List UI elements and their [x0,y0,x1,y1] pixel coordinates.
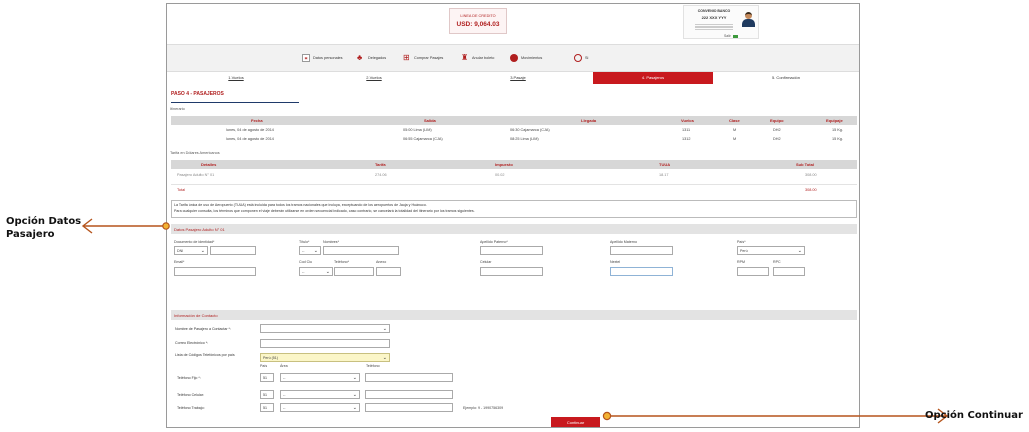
annotation-datos-pasajero-1: Opción Datos [6,216,82,227]
annotation-overlay [81,218,949,424]
annotation-continuar: Opción Continuar [925,410,1023,421]
left-anchor-dot [162,222,170,230]
annotation-datos-pasajero-2: Pasajero [6,229,55,240]
right-anchor-dot [602,411,612,421]
